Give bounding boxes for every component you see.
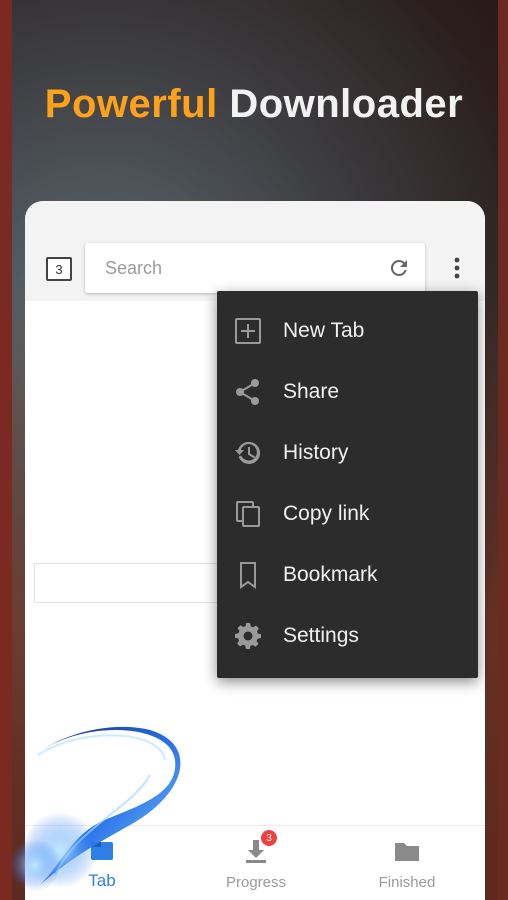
nav-progress[interactable]: 3 Progress: [206, 830, 306, 896]
headline-accent: Powerful: [44, 82, 218, 126]
search-bar: [85, 243, 425, 293]
copy-icon: [233, 499, 263, 529]
browser-toolbar: 3: [25, 201, 485, 301]
headline-rest: Downloader: [229, 82, 464, 126]
search-input[interactable]: [85, 243, 375, 293]
folder-icon: [395, 843, 419, 861]
nav-progress-label: Progress: [225, 874, 287, 891]
history-icon: [233, 438, 263, 468]
menu-item-label: Copy link: [283, 501, 370, 525]
menu-item-label: Settings: [283, 623, 359, 647]
new-tab-icon: [233, 316, 263, 346]
progress-badge: 3: [261, 830, 277, 846]
menu-item-label: Share: [283, 379, 340, 403]
download-icon: 3: [241, 830, 277, 866]
reload-icon[interactable]: [387, 256, 411, 280]
menu-item-bookmark[interactable]: Bookmark: [217, 544, 478, 605]
menu-item-share[interactable]: Share: [217, 361, 478, 422]
bookmark-icon: [233, 560, 263, 590]
share-icon: [233, 377, 263, 407]
tab-count-button[interactable]: 3: [46, 257, 72, 281]
menu-item-label: New Tab: [283, 318, 365, 342]
menu-item-label: History: [283, 440, 349, 464]
nav-finished[interactable]: Finished: [357, 836, 457, 896]
gear-icon: [233, 621, 263, 651]
menu-item-settings[interactable]: Settings: [217, 605, 478, 666]
menu-item-copy-link[interactable]: Copy link: [217, 483, 478, 544]
more-vert-icon[interactable]: [445, 253, 469, 283]
nav-finished-label: Finished: [378, 874, 436, 891]
menu-item-new-tab[interactable]: New Tab: [217, 300, 478, 361]
promo-headline: Powerful Downloader: [0, 82, 508, 127]
overflow-menu: New Tab Share History Copy link Bookmark…: [217, 291, 478, 678]
menu-item-history[interactable]: History: [217, 422, 478, 483]
menu-item-label: Bookmark: [283, 562, 378, 586]
app-logo-swoosh: [9, 726, 181, 891]
background-edge-right: [498, 0, 508, 900]
page-input-field[interactable]: [34, 563, 234, 603]
